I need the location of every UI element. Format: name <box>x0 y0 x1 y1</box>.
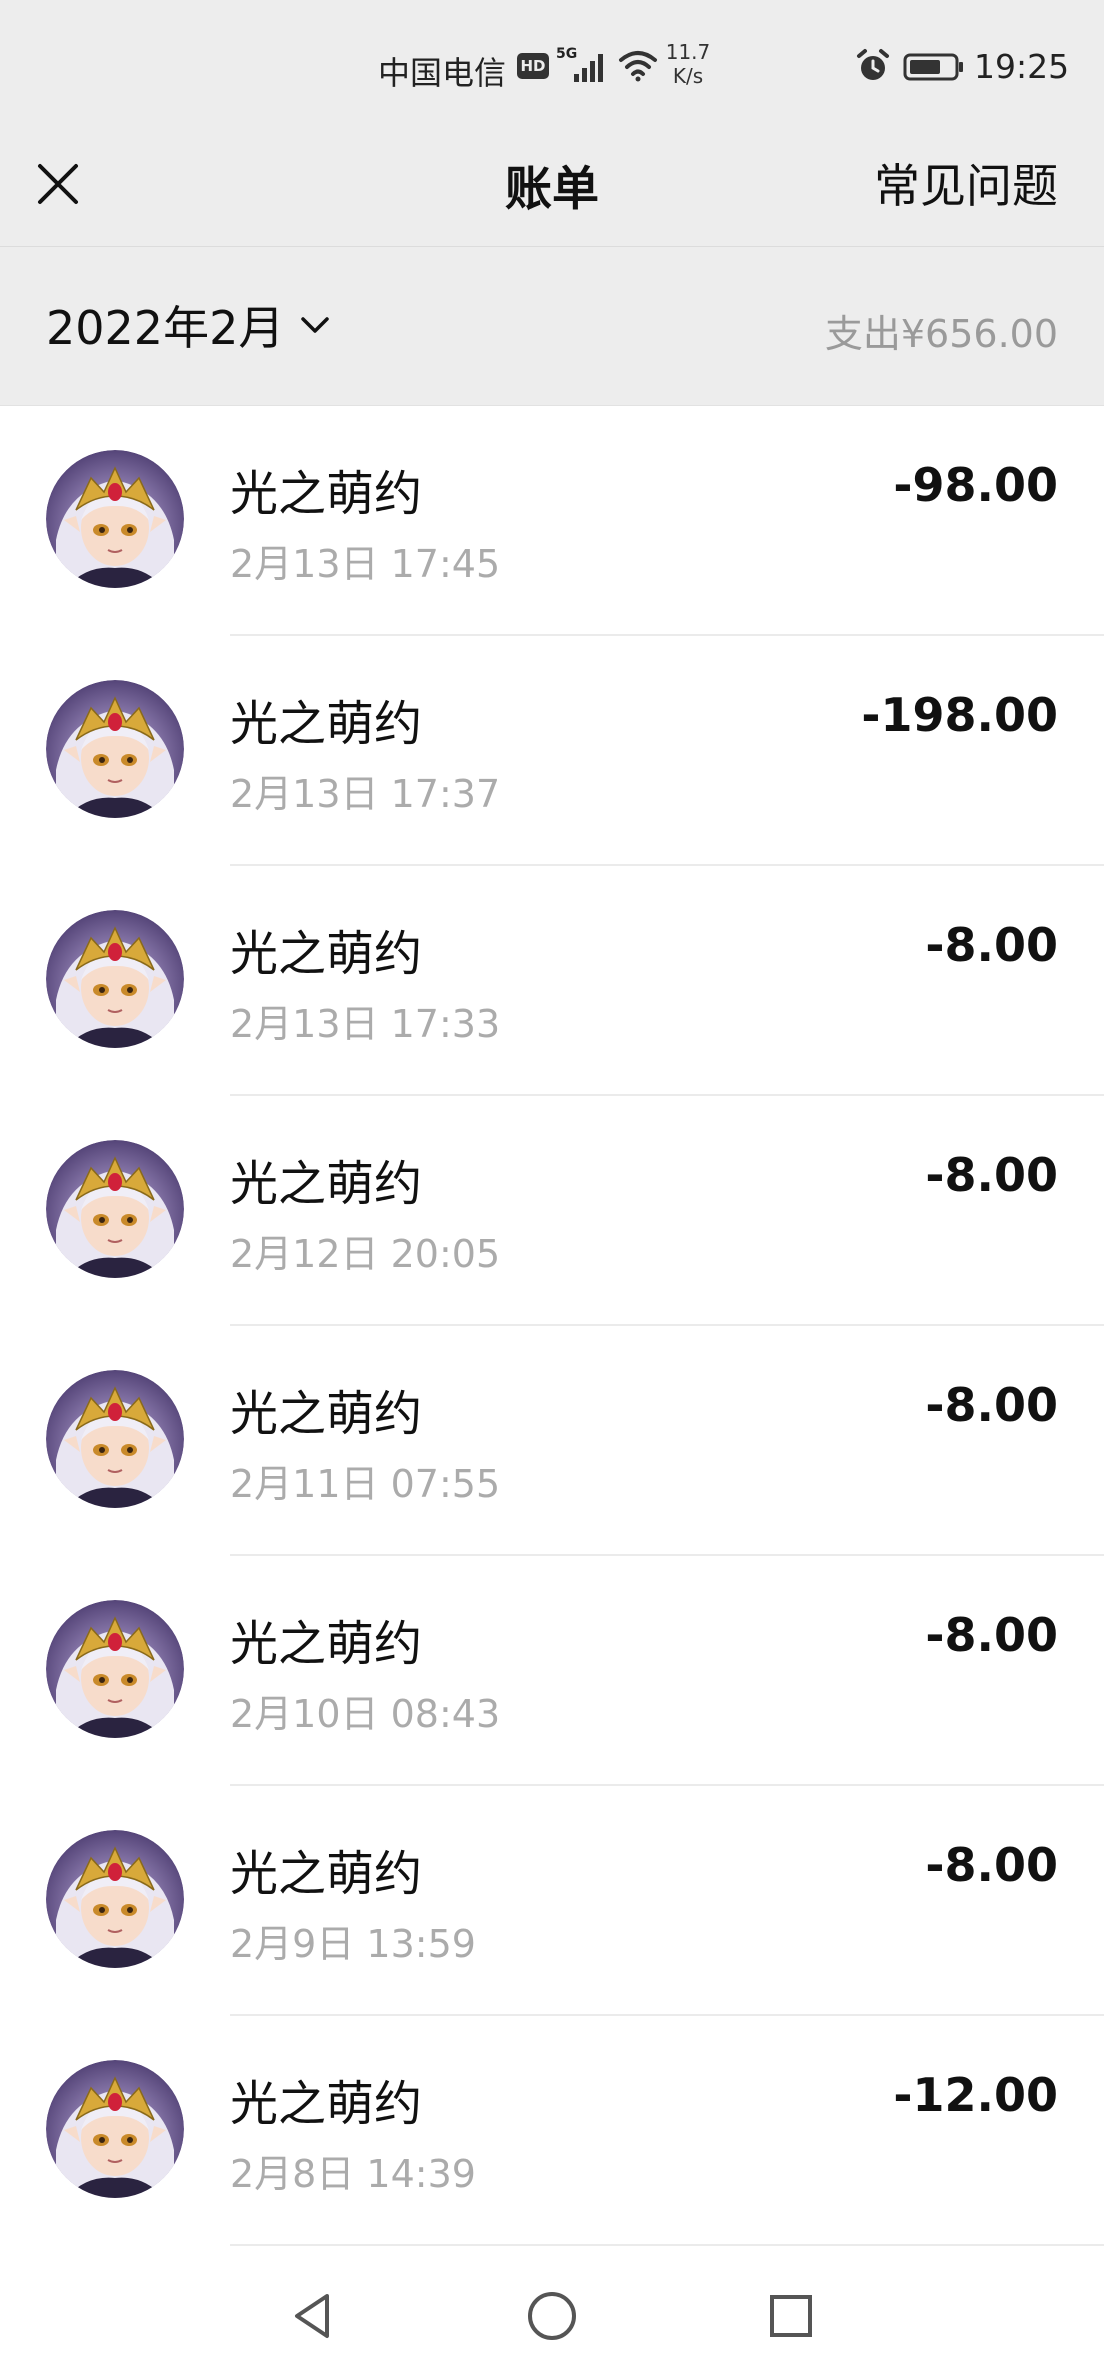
merchant-avatar <box>46 2060 184 2198</box>
transaction-row[interactable]: 光之萌约 2月8日 14:39 -12.00 <box>0 2016 1104 2246</box>
home-icon[interactable] <box>522 2286 582 2346</box>
clock: 19:25 <box>974 47 1070 86</box>
transaction-amount: -8.00 <box>925 918 1058 972</box>
merchant-name: 光之萌约 <box>230 926 423 982</box>
month-label: 2022年2月 <box>46 301 285 355</box>
speed-unit: K/s <box>672 64 704 88</box>
merchant-avatar <box>46 680 184 818</box>
row-divider <box>230 2244 1104 2246</box>
merchant-avatar <box>46 450 184 588</box>
merchant-name: 光之萌约 <box>230 2076 423 2132</box>
transaction-list: 光之萌约 2月13日 17:45 -98.00 光之萌约 2月13日 17:37… <box>0 406 1104 2246</box>
merchant-name: 光之萌约 <box>230 1846 423 1902</box>
battery-icon <box>903 53 963 81</box>
speed-value: 11.7 <box>665 40 711 64</box>
transaction-amount: -8.00 <box>925 1148 1058 1202</box>
month-filter-bar: 2022年2月 支出¥656.00 <box>0 247 1104 406</box>
transaction-amount: -98.00 <box>893 458 1058 512</box>
transaction-row[interactable]: 光之萌约 2月10日 08:43 -8.00 <box>0 1556 1104 1786</box>
transaction-time: 2月11日 07:55 <box>230 1462 501 1506</box>
merchant-name: 光之萌约 <box>230 1386 423 1442</box>
transaction-time: 2月8日 14:39 <box>230 2152 476 2196</box>
merchant-name: 光之萌约 <box>230 1156 423 1212</box>
system-nav-bar <box>0 2250 1104 2376</box>
merchant-name: 光之萌约 <box>230 466 423 522</box>
back-icon[interactable] <box>283 2286 343 2346</box>
transaction-row[interactable]: 光之萌约 2月13日 17:45 -98.00 <box>0 406 1104 636</box>
merchant-avatar <box>46 910 184 1048</box>
faq-link[interactable]: 常见问题 <box>874 150 1058 216</box>
merchant-name: 光之萌约 <box>230 1616 423 1672</box>
status-bar: 中国电信 HD 5G 11.7 K/s 19:25 <box>0 0 1104 130</box>
merchant-avatar <box>46 1830 184 1968</box>
merchant-avatar <box>46 1140 184 1278</box>
merchant-avatar <box>46 1600 184 1738</box>
wifi-icon <box>619 51 657 82</box>
title-bar: 账单 常见问题 <box>0 130 1104 247</box>
transaction-amount: -8.00 <box>925 1378 1058 1432</box>
transaction-row[interactable]: 光之萌约 2月11日 07:55 -8.00 <box>0 1326 1104 1556</box>
transaction-time: 2月13日 17:45 <box>230 542 501 586</box>
expense-summary: 支出¥656.00 <box>824 312 1058 356</box>
month-selector[interactable]: 2022年2月 <box>46 295 332 355</box>
transaction-row[interactable]: 光之萌约 2月9日 13:59 -8.00 <box>0 1786 1104 2016</box>
hd-badge: HD <box>517 53 549 79</box>
transaction-time: 2月13日 17:33 <box>230 1002 501 1046</box>
transaction-time: 2月12日 20:05 <box>230 1232 501 1276</box>
transaction-row[interactable]: 光之萌约 2月13日 17:33 -8.00 <box>0 866 1104 1096</box>
network-speed: 11.7 K/s <box>664 40 712 88</box>
alarm-icon <box>857 49 889 80</box>
transaction-row[interactable]: 光之萌约 2月13日 17:37 -198.00 <box>0 636 1104 866</box>
transaction-time: 2月13日 17:37 <box>230 772 501 816</box>
bill-page: 中国电信 HD 5G 11.7 K/s 19:25 账单 常见问题 2022年2… <box>0 0 1104 2376</box>
transaction-amount: -12.00 <box>893 2068 1058 2122</box>
recent-apps-icon[interactable] <box>761 2286 821 2346</box>
transaction-row[interactable]: 光之萌约 2月12日 20:05 -8.00 <box>0 1096 1104 1326</box>
transaction-amount: -198.00 <box>861 688 1058 742</box>
transaction-amount: -8.00 <box>925 1838 1058 1892</box>
transaction-time: 2月9日 13:59 <box>230 1922 476 1966</box>
merchant-avatar <box>46 1370 184 1508</box>
transaction-amount: -8.00 <box>925 1608 1058 1662</box>
chevron-down-icon <box>301 317 330 333</box>
merchant-name: 光之萌约 <box>230 696 423 752</box>
signal-icon <box>574 54 603 82</box>
transaction-time: 2月10日 08:43 <box>230 1692 501 1736</box>
carrier-name: 中国电信 <box>378 54 507 92</box>
